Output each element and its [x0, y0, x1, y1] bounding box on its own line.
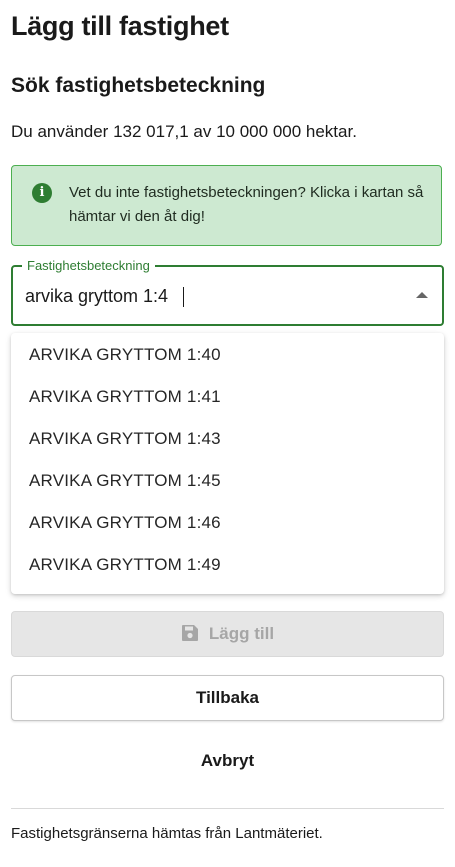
autocomplete-option[interactable]: ARVIKA GRYTTOM 1:45 — [11, 460, 444, 502]
back-button[interactable]: Tillbaka — [11, 675, 444, 721]
page-title: Lägg till fastighet — [11, 11, 229, 41]
cancel-button[interactable]: Avbryt — [11, 739, 444, 783]
autocomplete-option[interactable]: ARVIKA GRYTTOM 1:43 — [11, 418, 444, 460]
property-search-label: Fastighetsbeteckning — [22, 258, 155, 274]
add-button-label: Lägg till — [208, 624, 275, 643]
autocomplete-option[interactable]: ARVIKA GRYTTOM 1:40 — [11, 334, 444, 376]
info-text: Vet du inte fastighetsbeteckningen? Klic… — [69, 184, 424, 225]
usage-text: Du använder 132 017,1 av 10 000 000 hekt… — [11, 122, 357, 141]
save-icon — [181, 625, 198, 642]
property-search-field[interactable]: Fastighetsbeteckning — [11, 258, 444, 326]
text-cursor — [183, 287, 184, 307]
section-title: Sök fastighetsbeteckning — [11, 74, 266, 97]
autocomplete-listbox: ARVIKA GRYTTOM 1:40 ARVIKA GRYTTOM 1:41 … — [11, 333, 444, 594]
info-icon: i — [32, 183, 52, 203]
add-button[interactable]: Lägg till — [11, 611, 444, 657]
autocomplete-option[interactable]: ARVIKA GRYTTOM 1:46 — [11, 502, 444, 544]
footer-text: Fastighetsgränserna hämtas från Lantmäte… — [11, 825, 323, 842]
autocomplete-option[interactable]: ARVIKA GRYTTOM 1:49 — [11, 544, 444, 586]
property-search-input[interactable] — [25, 283, 385, 309]
divider — [11, 808, 444, 809]
info-alert: i Vet du inte fastighetsbeteckningen? Kl… — [11, 165, 442, 246]
autocomplete-option[interactable]: ARVIKA GRYTTOM 1:41 — [11, 376, 444, 418]
chevron-up-icon[interactable] — [416, 292, 428, 298]
